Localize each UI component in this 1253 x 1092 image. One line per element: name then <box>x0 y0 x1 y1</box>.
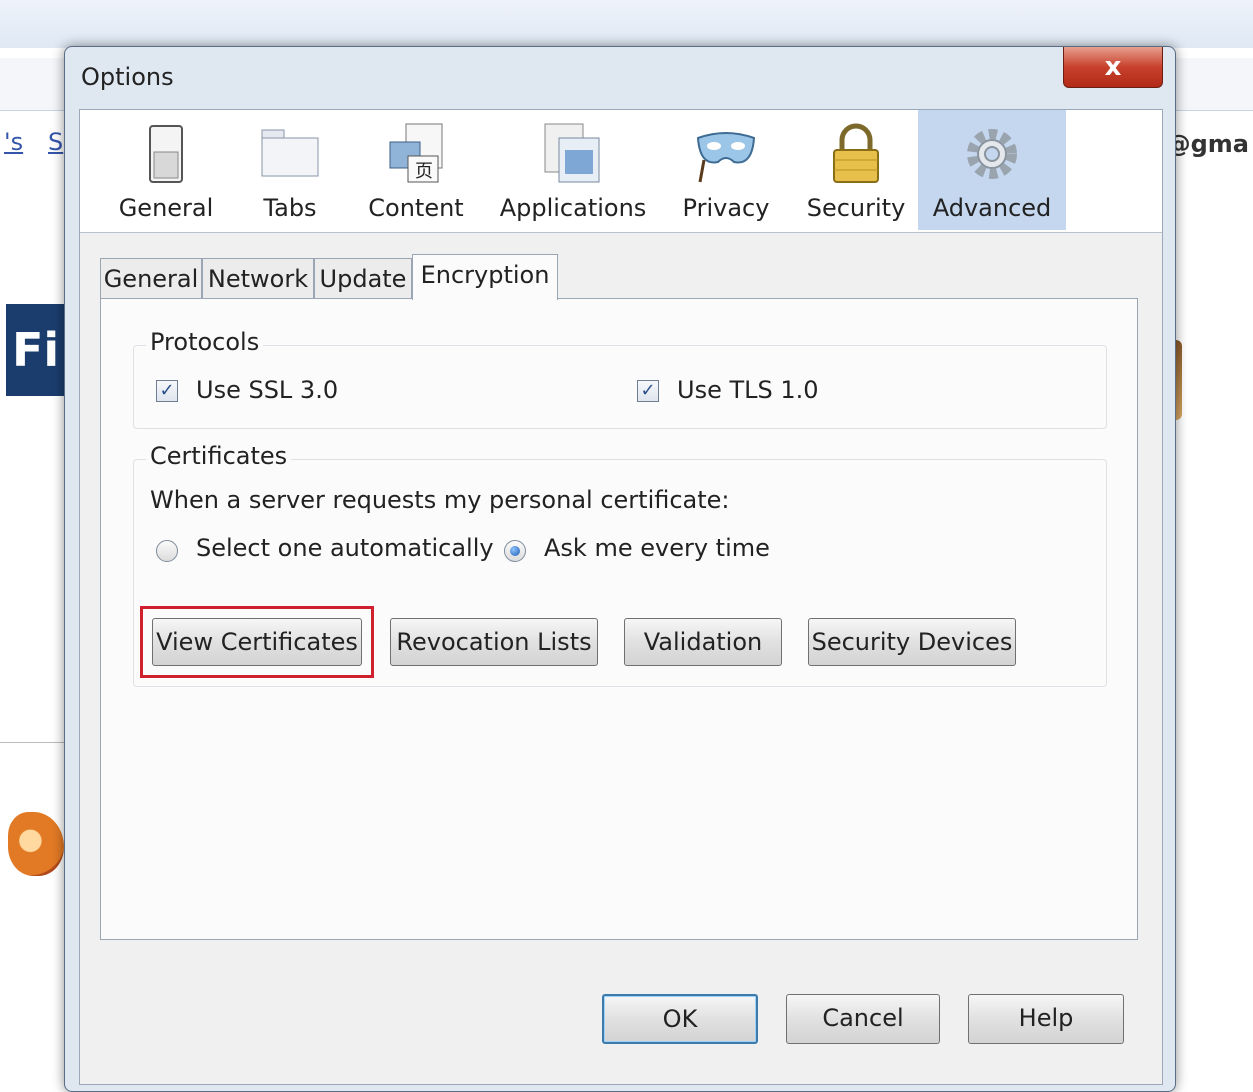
ok-button[interactable]: OK <box>602 994 758 1044</box>
pane-general[interactable]: General <box>116 110 216 230</box>
pane-privacy[interactable]: Privacy <box>676 110 776 230</box>
mask-icon <box>696 132 756 183</box>
browser-titlebar <box>0 0 1253 48</box>
dialog-client: General Tabs 页 Content Applications Priv… <box>79 109 1163 1085</box>
pane-label: Applications <box>499 194 647 222</box>
pane-label: Tabs <box>263 194 317 222</box>
switch-icon <box>149 125 183 183</box>
background-link[interactable]: 's <box>4 128 23 156</box>
background-email-text: @gma <box>1166 130 1249 158</box>
ssl-label: Use SSL 3.0 <box>196 376 339 404</box>
protocols-legend: Protocols <box>146 328 264 356</box>
cancel-button[interactable]: Cancel <box>786 994 940 1044</box>
protocols-group: Protocols ✓ Use SSL 3.0 ✓ Use TLS 1.0 <box>133 328 1107 429</box>
tab-general[interactable]: General <box>100 258 202 298</box>
encryption-panel: Protocols ✓ Use SSL 3.0 ✓ Use TLS 1.0 Ce… <box>100 298 1138 940</box>
pane-label: Security <box>806 194 906 222</box>
pane-security[interactable]: Security <box>800 110 912 230</box>
firefox-logo-icon <box>8 812 64 876</box>
help-button[interactable]: Help <box>968 994 1124 1044</box>
checkmark-icon: ✓ <box>159 380 175 401</box>
background-logo: Fi <box>6 304 64 396</box>
content-icon: 页 <box>389 123 443 183</box>
revocation-lists-button[interactable]: Revocation Lists <box>390 618 598 666</box>
tls-label: Use TLS 1.0 <box>677 376 819 404</box>
select-automatically-label: Select one automatically <box>196 534 494 562</box>
pane-toolbar: General Tabs 页 Content Applications Priv… <box>80 110 1162 233</box>
pane-label: Content <box>368 194 464 222</box>
background-link[interactable]: S <box>48 128 63 156</box>
pane-tabs[interactable]: Tabs <box>240 110 340 230</box>
dialog-title: Options <box>81 63 174 91</box>
options-dialog: Options x General Tabs 页 Content Applica… <box>64 46 1176 1092</box>
certificate-prompt: When a server requests my personal certi… <box>150 486 730 514</box>
pane-label: General <box>118 194 214 222</box>
gear-icon <box>967 129 1017 179</box>
ask-every-time-label: Ask me every time <box>544 534 770 562</box>
ask-every-time-radio[interactable] <box>504 540 526 562</box>
applications-icon <box>544 123 600 183</box>
validation-button[interactable]: Validation <box>624 618 782 666</box>
tabs-icon <box>261 129 319 177</box>
security-devices-button[interactable]: Security Devices <box>808 618 1016 666</box>
pane-label: Advanced <box>932 194 1052 222</box>
highlight-box <box>140 606 374 678</box>
pane-label: Privacy <box>682 194 770 222</box>
certificates-legend: Certificates <box>146 442 292 470</box>
tab-network[interactable]: Network <box>202 258 314 298</box>
svg-text:页: 页 <box>415 161 433 182</box>
tls-checkbox[interactable]: ✓ <box>637 380 659 402</box>
pane-advanced[interactable]: Advanced <box>918 110 1066 230</box>
pane-content[interactable]: 页 Content <box>358 110 474 230</box>
ssl-checkbox[interactable]: ✓ <box>156 380 178 402</box>
checkmark-icon: ✓ <box>640 380 656 401</box>
padlock-icon <box>833 123 879 183</box>
tab-update[interactable]: Update <box>314 258 412 298</box>
certificates-group: Certificates When a server requests my p… <box>133 442 1107 687</box>
close-button[interactable]: x <box>1063 47 1163 88</box>
select-automatically-radio[interactable] <box>156 540 178 562</box>
tab-encryption[interactable]: Encryption <box>412 254 558 300</box>
close-icon: x <box>1104 52 1122 82</box>
pane-applications[interactable]: Applications <box>498 110 648 230</box>
